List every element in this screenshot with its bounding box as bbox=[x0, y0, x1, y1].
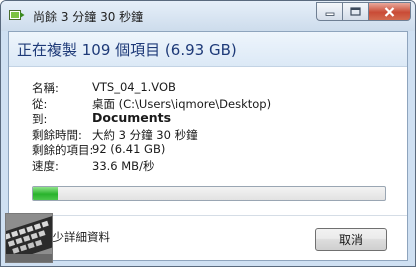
title-bar[interactable]: 尚餘 3 分鐘 30 秒鐘 bbox=[1, 1, 415, 31]
close-icon bbox=[384, 6, 395, 17]
detail-label: 到: bbox=[32, 112, 48, 126]
minimize-button[interactable] bbox=[316, 2, 342, 21]
detail-value: 大約 3 分鐘 30 秒鐘 bbox=[92, 127, 198, 142]
dialog-body: 正在複製 109 個項目 (6.93 GB) 名稱: VTS_04_1.VOB … bbox=[8, 31, 408, 261]
caption-buttons bbox=[316, 2, 411, 21]
detail-value: 33.6 MB/秒 bbox=[92, 158, 155, 173]
minimize-icon bbox=[325, 12, 334, 16]
detail-label: 名稱: bbox=[32, 81, 59, 95]
keyboard-photo-thumbnail bbox=[5, 213, 53, 263]
footer-divider bbox=[9, 215, 407, 216]
close-button[interactable] bbox=[368, 2, 411, 21]
maximize-icon bbox=[350, 7, 361, 16]
detail-value: 92 (6.41 GB) bbox=[92, 142, 166, 156]
window-title: 尚餘 3 分鐘 30 秒鐘 bbox=[33, 10, 144, 24]
maximize-button[interactable] bbox=[342, 2, 368, 21]
progress-bar bbox=[32, 186, 386, 201]
copy-progress-dialog: 尚餘 3 分鐘 30 秒鐘 正在複製 109 個項目 (6.93 GB) 名稱:… bbox=[0, 0, 416, 267]
detail-value-link[interactable]: Documents bbox=[92, 110, 171, 125]
detail-label: 剩餘的項目: bbox=[32, 143, 94, 157]
copy-status-title: 正在複製 109 個項目 (6.93 GB) bbox=[17, 41, 237, 59]
progress-fill bbox=[33, 187, 58, 200]
detail-label: 速度: bbox=[32, 158, 59, 173]
cancel-button[interactable]: 取消 bbox=[315, 228, 387, 251]
detail-value: VTS_04_1.VOB bbox=[92, 80, 176, 94]
detail-label: 從: bbox=[32, 96, 48, 111]
detail-label: 剩餘時間: bbox=[32, 127, 82, 142]
header-band: 正在複製 109 個項目 (6.93 GB) bbox=[9, 32, 407, 67]
copy-app-icon bbox=[9, 10, 25, 20]
